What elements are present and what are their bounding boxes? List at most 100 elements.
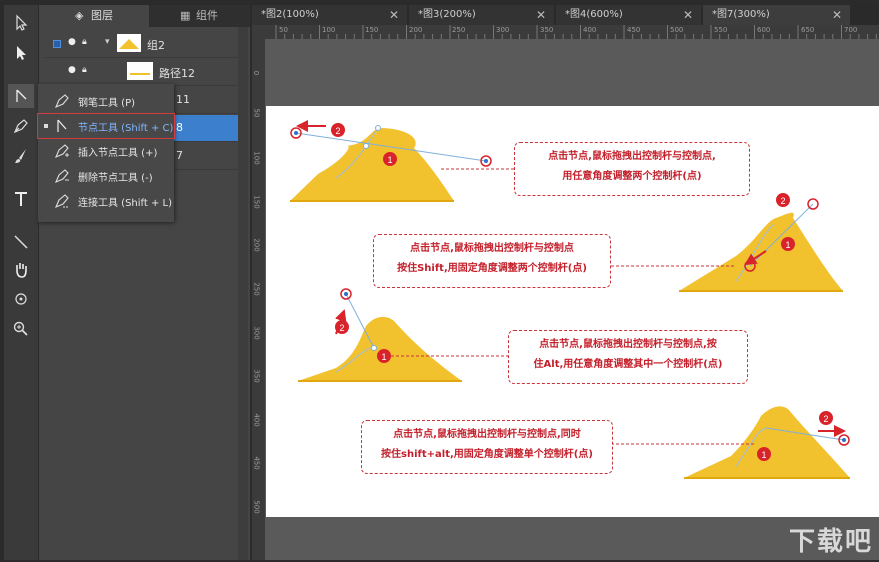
callout-text: 点击节点,鼠标拖拽出控制杆与控制点, xyxy=(548,151,716,162)
ruler-label: 350 xyxy=(540,26,554,34)
layer-name: 路径12 xyxy=(159,67,195,80)
handle-point[interactable] xyxy=(344,292,348,296)
handle-point[interactable] xyxy=(294,131,298,135)
lock-icon[interactable]: 🔒︎ xyxy=(82,65,87,75)
callout-text: 按住Shift,用固定角度调整两个控制杆(点) xyxy=(397,263,587,274)
rotate-view-icon[interactable] xyxy=(8,287,34,311)
zoom-icon[interactable] xyxy=(8,317,34,341)
node-tools-flyout: 钢笔工具 (P) 节点工具 (Shift + C) 插入节点工具 (+) 删除节… xyxy=(37,84,175,222)
ruler-label: 350 xyxy=(252,369,261,383)
node-point[interactable] xyxy=(371,345,377,351)
tab-layers[interactable]: ◈ 图层 xyxy=(39,5,149,27)
ruler-ticks xyxy=(275,25,877,39)
text-icon[interactable] xyxy=(8,187,34,211)
callout-text: 住Alt,用任意角度调整其中一个控制杆(点) xyxy=(533,359,723,370)
node-point[interactable] xyxy=(375,125,381,131)
menu-item-pen-tool[interactable]: 钢笔工具 (P) xyxy=(38,89,174,113)
yellow-shape[interactable] xyxy=(679,203,843,292)
ruler-label: 50 xyxy=(279,26,288,34)
visibility-icon[interactable]: ● xyxy=(68,65,76,75)
menu-item-label: 插入节点工具 (+) xyxy=(78,148,158,159)
layer-thumbnail xyxy=(127,62,153,80)
ruler-label: 600 xyxy=(757,26,771,34)
tab-components[interactable]: ▦ 组件 xyxy=(150,5,250,27)
ruler-label: 150 xyxy=(252,195,261,209)
menu-item-delete-node-tool[interactable]: 删除节点工具 (-) xyxy=(38,164,174,188)
ruler-label: 300 xyxy=(496,26,510,34)
ruler-label: 50 xyxy=(252,108,261,118)
watermark: 下载吧 xyxy=(788,527,873,557)
pen-icon[interactable] xyxy=(8,114,34,138)
svg-text:1: 1 xyxy=(381,352,386,362)
ruler-label: 550 xyxy=(714,26,728,34)
ruler-label: 300 xyxy=(252,326,261,340)
select-icon[interactable] xyxy=(8,11,34,35)
layer-name: 7 xyxy=(176,149,183,162)
svg-text:2: 2 xyxy=(335,126,340,136)
brush-icon[interactable] xyxy=(8,144,34,168)
handle-point[interactable] xyxy=(484,159,488,163)
svg-text:1: 1 xyxy=(761,450,766,460)
menu-item-node-tool[interactable]: 节点工具 (Shift + C) xyxy=(37,113,175,139)
line-icon[interactable] xyxy=(8,230,34,254)
ruler-label: 450 xyxy=(252,456,261,470)
doc-tab[interactable]: *图3(200%) ✕ xyxy=(409,5,554,25)
close-icon[interactable]: ✕ xyxy=(832,5,842,25)
node-point[interactable] xyxy=(363,143,369,149)
svg-text:2: 2 xyxy=(823,414,828,424)
svg-text:2: 2 xyxy=(780,196,785,206)
step-marker: 1 xyxy=(757,447,771,461)
connect-tool-icon xyxy=(54,194,69,209)
node-tool-icon[interactable] xyxy=(8,84,34,108)
doc-tab[interactable]: *图2(100%) ✕ xyxy=(252,5,407,25)
selection-checkbox[interactable] xyxy=(53,40,61,48)
menu-item-label: 连接工具 (Shift + L) xyxy=(78,198,173,209)
step-marker: 2 xyxy=(331,123,345,137)
menu-item-connect-tool[interactable]: 连接工具 (Shift + L) xyxy=(38,189,174,213)
yellow-shape[interactable] xyxy=(298,293,462,382)
ruler-label: 400 xyxy=(252,413,261,427)
doc-tab-label: *图3(200%) xyxy=(418,9,476,20)
ruler-horizontal: 50 100 150 200 250 300 350 400 450 500 5… xyxy=(252,25,879,39)
delete-node-icon xyxy=(54,169,69,184)
doc-tab[interactable]: *图4(600%) ✕ xyxy=(556,5,701,25)
tab-layers-label: 图层 xyxy=(91,9,113,22)
svg-text:2: 2 xyxy=(339,323,344,333)
close-icon[interactable]: ✕ xyxy=(389,5,399,25)
menu-item-label: 节点工具 (Shift + C) xyxy=(78,123,174,134)
menu-item-insert-node-tool[interactable]: 插入节点工具 (+) xyxy=(38,139,174,163)
callout-text: 点击节点,鼠标拖拽出控制杆与控制点,同时 xyxy=(393,429,581,440)
svg-text:1: 1 xyxy=(785,240,790,250)
step-marker: 1 xyxy=(377,349,391,363)
svg-text:1: 1 xyxy=(387,155,392,165)
ruler-label: 150 xyxy=(365,26,379,34)
layer-row-path12[interactable]: ● 🔒︎ 路径12 xyxy=(45,59,240,86)
lock-icon[interactable]: 🔒︎ xyxy=(82,37,87,47)
app-window: ◈ 图层 ▦ 组件 ● 🔒︎ ▾ 组2 ● 🔒︎ 路径12 11 8 7 钢笔工… xyxy=(0,0,879,562)
visibility-icon[interactable]: ● xyxy=(68,37,76,47)
artboard[interactable]: 1 2 1 2 1 2 1 2 点击节点,鼠标拖拽出控制杆与控制点, 用任意角度… xyxy=(266,106,879,517)
close-icon[interactable]: ✕ xyxy=(536,5,546,25)
callout-text: 按住shift+alt,用固定角度调整单个控制杆(点) xyxy=(381,449,593,460)
layers-icon: ◈ xyxy=(75,9,84,22)
ruler-label: 200 xyxy=(409,26,423,34)
callout-box: 点击节点,鼠标拖拽出控制杆与控制点, 用任意角度调整两个控制杆(点) xyxy=(514,142,750,196)
step-marker: 1 xyxy=(383,152,397,166)
ruler-label: 450 xyxy=(627,26,641,34)
panel-scrollbar[interactable] xyxy=(238,27,248,560)
direct-select-icon[interactable] xyxy=(8,41,34,65)
ruler-label: 700 xyxy=(844,26,858,34)
ruler-label: 100 xyxy=(322,26,336,34)
hand-icon[interactable] xyxy=(8,258,34,282)
ruler-label: 400 xyxy=(583,26,597,34)
doc-tab-label: *图7(300%) xyxy=(712,9,770,20)
handle-point[interactable] xyxy=(842,438,846,442)
layer-name: 11 xyxy=(176,93,190,106)
node-tool-icon xyxy=(57,119,67,132)
close-icon[interactable]: ✕ xyxy=(683,5,693,25)
expand-chevron-icon[interactable]: ▾ xyxy=(105,37,110,47)
doc-tab-label: *图4(600%) xyxy=(565,9,623,20)
ruler-label: 200 xyxy=(252,238,261,252)
doc-tab-active[interactable]: *图7(300%) ✕ xyxy=(703,5,850,25)
layer-row-group2[interactable]: ● 🔒︎ ▾ 组2 xyxy=(45,31,240,58)
